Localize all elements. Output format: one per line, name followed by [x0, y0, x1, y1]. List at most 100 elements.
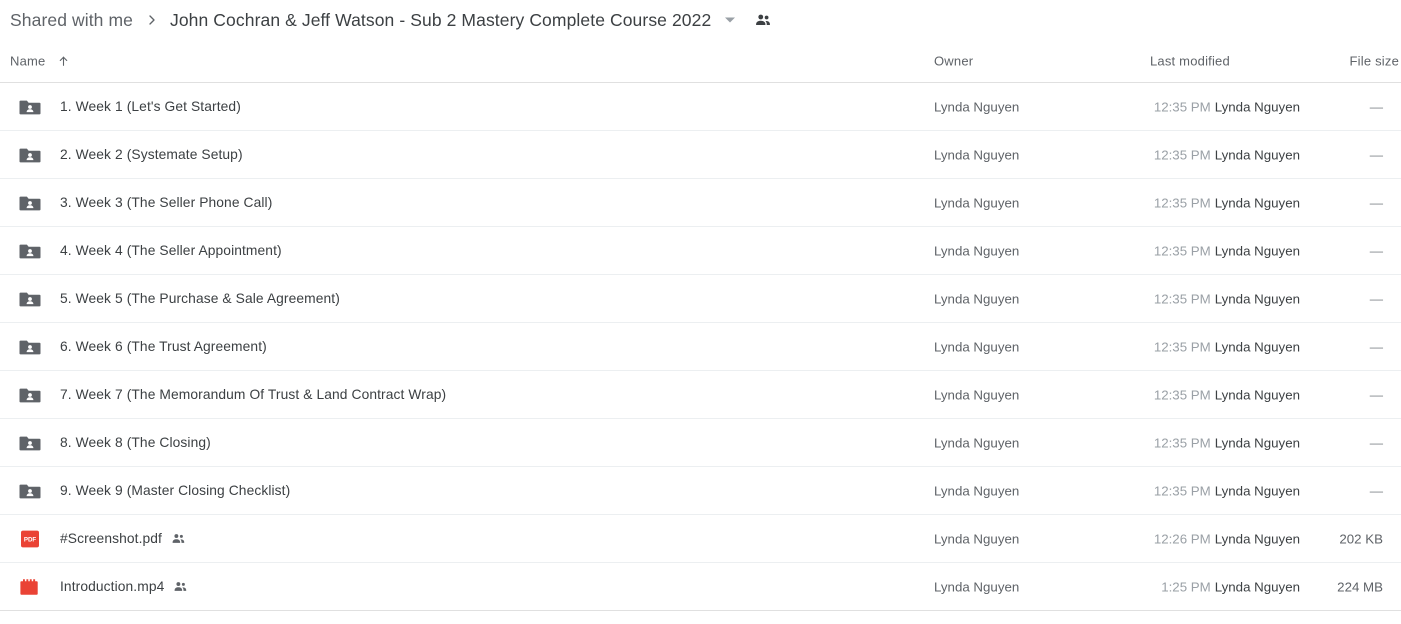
row-name-label: 4. Week 4 (The Seller Appointment): [60, 243, 282, 258]
row-name-cell[interactable]: 3. Week 3 (The Seller Phone Call): [18, 191, 272, 215]
table-row[interactable]: 1. Week 1 (Let's Get Started) Lynda Nguye…: [0, 83, 1401, 131]
row-file-size: —: [1369, 435, 1383, 450]
row-modified-time: 12:35 PM: [1153, 483, 1211, 498]
row-name-label: 2. Week 2 (Systemate Setup): [60, 147, 243, 162]
row-file-size: —: [1369, 483, 1383, 498]
arrow-up-icon[interactable]: [57, 55, 70, 68]
row-name-label: 6. Week 6 (The Trust Agreement): [60, 339, 267, 354]
row-last-modified: 12:35 PM Lynda Nguyen: [1150, 243, 1300, 258]
row-file-size: —: [1369, 147, 1383, 162]
row-file-size: —: [1369, 195, 1383, 210]
row-file-size: 202 KB: [1339, 531, 1383, 546]
row-name-cell[interactable]: 9. Week 9 (Master Closing Checklist): [18, 479, 290, 503]
row-name-label: 3. Week 3 (The Seller Phone Call): [60, 195, 273, 210]
row-name-cell[interactable]: 6. Week 6 (The Trust Agreement): [18, 335, 267, 359]
shared-badge-icon: [171, 531, 186, 546]
table-row[interactable]: 5. Week 5 (The Purchase & Sale Agreement…: [0, 275, 1401, 323]
row-owner: Lynda Nguyen: [934, 339, 1020, 354]
row-name-label: 7. Week 7 (The Memorandum Of Trust & Lan…: [60, 387, 447, 402]
table-row[interactable]: PDF #Screenshot.pdf Lynda Nguyen 12:26 PM Ly…: [0, 515, 1401, 563]
shared-folder-icon: [18, 95, 42, 119]
row-file-size: —: [1369, 291, 1383, 306]
row-name-label: 8. Week 8 (The Closing): [60, 435, 211, 450]
row-name-cell[interactable]: 1. Week 1 (Let's Get Started): [18, 95, 241, 119]
video-file-icon: [18, 575, 42, 599]
row-modified-by: Lynda Nguyen: [1214, 483, 1300, 498]
row-owner: Lynda Nguyen: [934, 243, 1020, 258]
shared-badge-icon: [173, 579, 188, 594]
row-modified-by: Lynda Nguyen: [1214, 147, 1300, 162]
column-header-file-size[interactable]: File size: [1350, 54, 1399, 69]
row-modified-time: 12:35 PM: [1153, 291, 1211, 306]
table-row[interactable]: 3. Week 3 (The Seller Phone Call) Lynda N…: [0, 179, 1401, 227]
row-modified-time: 12:35 PM: [1153, 387, 1211, 402]
table-row[interactable]: 4. Week 4 (The Seller Appointment) Lynda …: [0, 227, 1401, 275]
row-modified-by: Lynda Nguyen: [1214, 579, 1300, 594]
row-file-size: —: [1369, 339, 1383, 354]
row-name-label: #Screenshot.pdf: [60, 531, 162, 546]
table-row[interactable]: Introduction.mp4 Lynda Nguyen 1:25 PM Lynda…: [0, 563, 1401, 611]
people-shared-icon: [751, 8, 775, 32]
row-modified-time: 12:35 PM: [1153, 99, 1211, 114]
row-name-cell[interactable]: 8. Week 8 (The Closing): [18, 431, 211, 455]
row-owner: Lynda Nguyen: [934, 99, 1020, 114]
row-file-size: 224 MB: [1337, 579, 1383, 594]
file-list: 1. Week 1 (Let's Get Started) Lynda Nguye…: [0, 83, 1401, 611]
row-owner: Lynda Nguyen: [934, 435, 1020, 450]
row-owner: Lynda Nguyen: [934, 531, 1020, 546]
shared-folder-icon: [18, 239, 42, 263]
row-name-cell[interactable]: 5. Week 5 (The Purchase & Sale Agreement…: [18, 287, 340, 311]
shared-folder-icon: [18, 143, 42, 167]
row-modified-by: Lynda Nguyen: [1214, 531, 1300, 546]
row-last-modified: 12:35 PM Lynda Nguyen: [1150, 435, 1300, 450]
row-modified-time: 12:35 PM: [1153, 147, 1211, 162]
row-name-label: 5. Week 5 (The Purchase & Sale Agreement…: [60, 291, 340, 306]
row-file-size: —: [1369, 99, 1383, 114]
column-header-name[interactable]: Name: [10, 54, 70, 69]
row-modified-by: Lynda Nguyen: [1214, 99, 1300, 114]
row-owner: Lynda Nguyen: [934, 579, 1020, 594]
row-modified-by: Lynda Nguyen: [1214, 195, 1300, 210]
row-owner: Lynda Nguyen: [934, 195, 1020, 210]
table-row[interactable]: 9. Week 9 (Master Closing Checklist) Lynd…: [0, 467, 1401, 515]
row-modified-by: Lynda Nguyen: [1214, 339, 1300, 354]
chevron-down-icon[interactable]: [717, 7, 743, 33]
row-owner: Lynda Nguyen: [934, 147, 1020, 162]
shared-folder-icon: [18, 335, 42, 359]
table-row[interactable]: 7. Week 7 (The Memorandum Of Trust & Lan…: [0, 371, 1401, 419]
row-name-cell[interactable]: 4. Week 4 (The Seller Appointment): [18, 239, 282, 263]
row-modified-by: Lynda Nguyen: [1214, 243, 1300, 258]
row-modified-by: Lynda Nguyen: [1214, 435, 1300, 450]
breadcrumb-current-folder[interactable]: John Cochran & Jeff Watson - Sub 2 Maste…: [170, 10, 711, 31]
row-modified-time: 12:26 PM: [1153, 531, 1211, 546]
shared-folder-icon: [18, 191, 42, 215]
row-owner: Lynda Nguyen: [934, 291, 1020, 306]
table-row[interactable]: 6. Week 6 (The Trust Agreement) Lynda Ngu…: [0, 323, 1401, 371]
table-row[interactable]: 8. Week 8 (The Closing) Lynda Nguyen 12:35…: [0, 419, 1401, 467]
row-last-modified: 12:35 PM Lynda Nguyen: [1150, 99, 1300, 114]
row-modified-time: 12:35 PM: [1153, 435, 1211, 450]
row-name-cell[interactable]: 2. Week 2 (Systemate Setup): [18, 143, 243, 167]
row-last-modified: 12:35 PM Lynda Nguyen: [1150, 147, 1300, 162]
column-header-last-modified[interactable]: Last modified: [1150, 54, 1230, 69]
row-last-modified: 12:26 PM Lynda Nguyen: [1150, 531, 1300, 546]
row-modified-time: 12:35 PM: [1153, 195, 1211, 210]
row-last-modified: 12:35 PM Lynda Nguyen: [1150, 291, 1300, 306]
row-owner: Lynda Nguyen: [934, 387, 1020, 402]
breadcrumb-root[interactable]: Shared with me: [10, 10, 133, 31]
row-modified-time: 12:35 PM: [1153, 243, 1211, 258]
chevron-right-icon: [144, 12, 160, 28]
row-name-cell[interactable]: Introduction.mp4: [18, 575, 188, 599]
column-header-owner[interactable]: Owner: [934, 54, 973, 69]
row-name-cell[interactable]: PDF #Screenshot.pdf: [18, 527, 186, 551]
row-file-size: —: [1369, 387, 1383, 402]
breadcrumb: Shared with me John Cochran & Jeff Watso…: [0, 0, 1401, 40]
row-name-label: 1. Week 1 (Let's Get Started): [60, 99, 241, 114]
svg-text:PDF: PDF: [24, 536, 37, 543]
table-row[interactable]: 2. Week 2 (Systemate Setup) Lynda Nguyen 1…: [0, 131, 1401, 179]
row-name-label: Introduction.mp4: [60, 579, 165, 594]
row-owner: Lynda Nguyen: [934, 483, 1020, 498]
row-name-cell[interactable]: 7. Week 7 (The Memorandum Of Trust & Lan…: [18, 383, 446, 407]
row-last-modified: 12:35 PM Lynda Nguyen: [1150, 339, 1300, 354]
row-modified-by: Lynda Nguyen: [1214, 387, 1300, 402]
